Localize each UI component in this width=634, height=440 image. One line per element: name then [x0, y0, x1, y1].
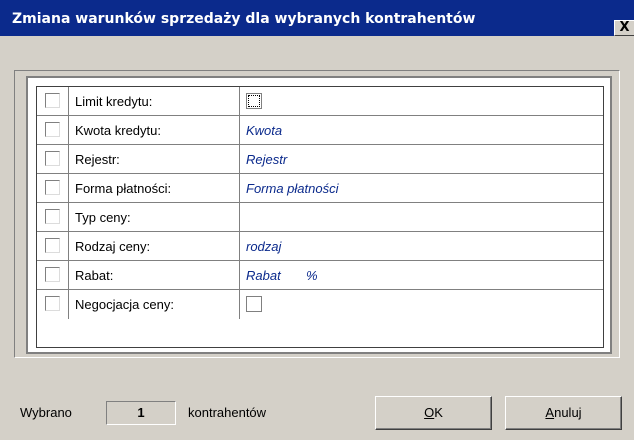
ok-button[interactable]: OK — [375, 396, 492, 430]
kwota-kredytu-field[interactable]: Kwota — [240, 116, 603, 144]
rejestr-field[interactable]: Rejestr — [240, 145, 603, 173]
row-forma-platnosci: Forma płatności: Forma płatności — [37, 174, 603, 203]
cancel-hotkey: A — [545, 405, 555, 420]
row-rodzaj-ceny: Rodzaj ceny: rodzaj — [37, 232, 603, 261]
row-negocjacja-ceny: Negocjacja ceny: — [37, 290, 603, 319]
row-label: Typ ceny: — [75, 210, 131, 225]
field-value: Kwota — [246, 123, 283, 138]
ok-hotkey: O — [424, 405, 435, 420]
row-enable-checkbox[interactable] — [45, 238, 60, 253]
row-enable-checkbox[interactable] — [45, 296, 60, 311]
row-enable-checkbox[interactable] — [45, 151, 60, 166]
close-icon: X — [619, 20, 630, 35]
cancel-label-rest: nuluj — [554, 405, 582, 420]
row-enable-checkbox[interactable] — [45, 267, 60, 282]
row-label: Rejestr: — [75, 152, 120, 167]
cancel-button[interactable]: Anuluj — [505, 396, 622, 430]
row-label: Limit kredytu: — [75, 94, 153, 109]
selected-count: 1 — [106, 401, 176, 425]
row-label: Rodzaj ceny: — [75, 239, 151, 254]
forma-platnosci-field[interactable]: Forma płatności — [240, 174, 603, 202]
field-value: Rejestr — [246, 152, 288, 167]
title-bar: Zmiana warunków sprzedaży dla wybranych … — [0, 0, 634, 36]
row-enable-checkbox[interactable] — [45, 209, 60, 224]
field-value: Rabat — [246, 268, 281, 283]
row-label: Kwota kredytu: — [75, 123, 161, 138]
negocjacja-ceny-checkbox[interactable] — [246, 296, 262, 312]
row-kwota-kredytu: Kwota kredytu: Kwota — [37, 116, 603, 145]
row-label: Forma płatności: — [75, 181, 172, 196]
selected-suffix-label: kontrahentów — [188, 405, 267, 420]
window-title: Zmiana warunków sprzedaży dla wybranych … — [12, 11, 476, 27]
typ-ceny-field[interactable] — [240, 203, 603, 231]
row-enable-checkbox[interactable] — [45, 122, 60, 137]
row-enable-checkbox[interactable] — [45, 93, 60, 108]
ok-label-rest: K — [434, 405, 443, 420]
row-enable-checkbox[interactable] — [45, 180, 60, 195]
row-typ-ceny: Typ ceny: — [37, 203, 603, 232]
field-value: Forma płatności — [246, 181, 339, 196]
limit-kredytu-checkbox[interactable] — [246, 93, 262, 109]
field-value: rodzaj — [246, 239, 282, 254]
row-label: Rabat: — [75, 268, 114, 283]
row-label: Negocjacja ceny: — [75, 297, 174, 312]
row-rejestr: Rejestr: Rejestr — [37, 145, 603, 174]
rodzaj-ceny-field[interactable]: rodzaj — [240, 232, 603, 260]
selected-prefix-label: Wybrano — [20, 405, 72, 420]
close-button[interactable]: X — [614, 20, 634, 36]
conditions-grid: Limit kredytu: Kwota kredytu: Kwota Reje… — [36, 86, 604, 348]
row-rabat: Rabat: Rabat % — [37, 261, 603, 290]
row-limit-kredytu: Limit kredytu: — [37, 87, 603, 116]
rabat-field[interactable]: Rabat % — [240, 261, 603, 289]
percent-sign: % — [306, 268, 318, 283]
